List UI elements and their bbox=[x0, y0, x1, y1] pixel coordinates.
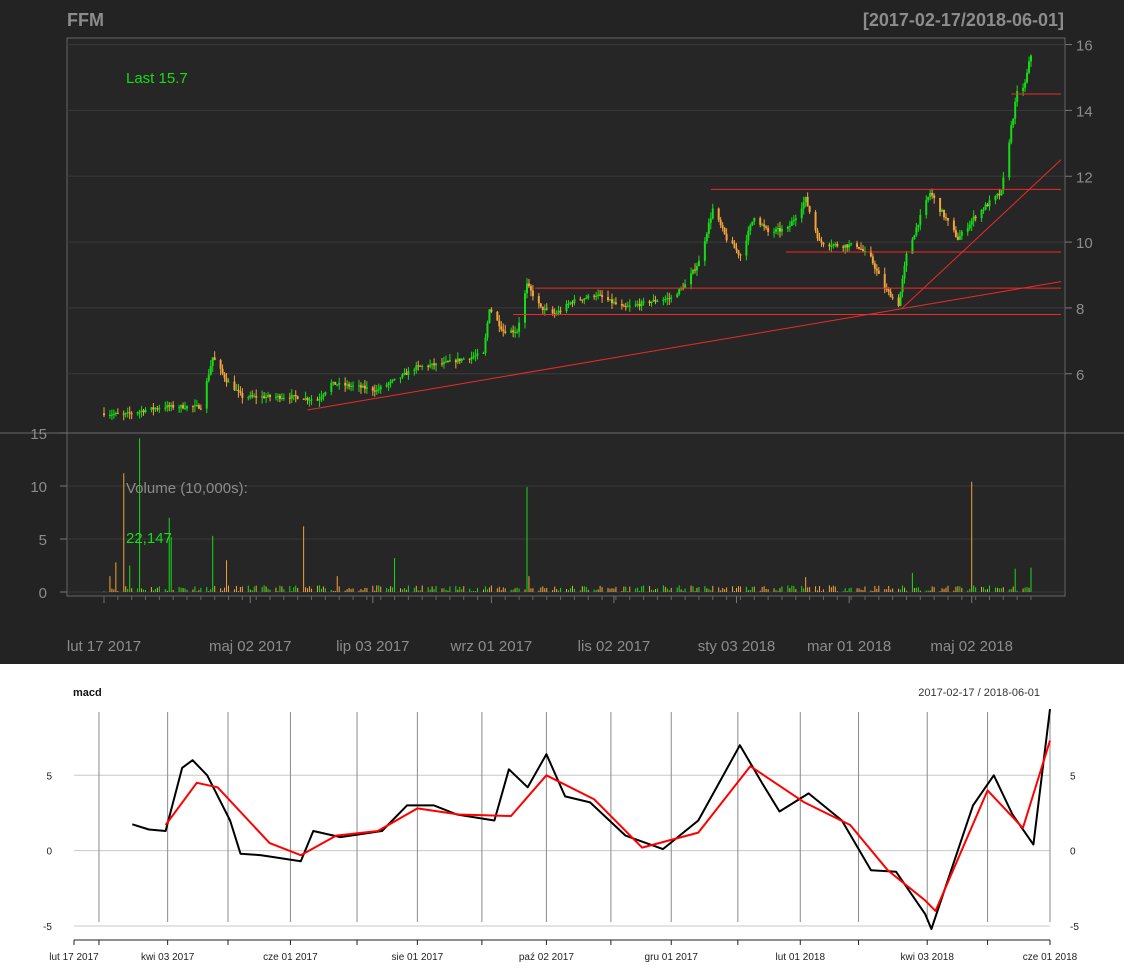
macd-y-ticks: -5 -5 0 0 5 5 bbox=[43, 771, 1079, 933]
price-tick-label: 8 bbox=[1076, 301, 1084, 318]
macd-date-label: cze 01 2018 bbox=[1023, 952, 1078, 963]
volume-last-value: 22,147 bbox=[126, 530, 172, 547]
price-volume-panel: 6 8 10 12 14 16 0 5 10 15 lut 17 2017 maj 02 2017… bbox=[0, 0, 1124, 664]
date-tick-label: mar 01 2018 bbox=[807, 638, 891, 655]
macd-tick-label-left: -5 bbox=[43, 922, 52, 933]
macd-date-label: lut 01 2018 bbox=[776, 952, 826, 963]
plot-frame bbox=[66, 37, 1066, 597]
macd-line bbox=[132, 708, 1051, 930]
signal-line bbox=[164, 740, 1051, 912]
price-tick-label: 6 bbox=[1076, 367, 1084, 384]
symbol-title: FFM bbox=[67, 10, 104, 30]
macd-series bbox=[132, 708, 1051, 930]
macd-title: macd bbox=[73, 687, 102, 699]
price-tick-label: 14 bbox=[1076, 103, 1093, 120]
macd-date-label: lut 17 2017 bbox=[49, 952, 99, 963]
volume-title: Volume (10,000s): bbox=[126, 480, 248, 497]
macd-date-label: paź 02 2017 bbox=[519, 952, 574, 963]
date-tick-label: lip 03 2017 bbox=[336, 638, 409, 655]
price-tick-label: 16 bbox=[1076, 38, 1093, 55]
volume-tick-label: 0 bbox=[39, 585, 47, 602]
price-y-ticks: 6 8 10 12 14 16 bbox=[1065, 38, 1093, 384]
date-tick-label: wrz 01 2017 bbox=[450, 638, 533, 655]
macd-tick-label-right: 0 bbox=[1070, 847, 1076, 858]
date-tick-label: lis 02 2017 bbox=[578, 638, 651, 655]
date-tick-label: maj 02 2017 bbox=[209, 638, 292, 655]
price-tick-label: 12 bbox=[1076, 169, 1093, 186]
date-tick-label: maj 02 2018 bbox=[930, 638, 1013, 655]
volume-tick-label: 15 bbox=[30, 426, 47, 443]
macd-tick-label-left: 5 bbox=[46, 771, 52, 782]
date-x-ticks: lut 17 2017 maj 02 2017 lip 03 2017 wrz 01 … bbox=[67, 596, 1032, 655]
date-tick-label: sty 03 2018 bbox=[698, 638, 776, 655]
date-range-title: [2017-02-17/2018-06-01] bbox=[863, 10, 1064, 30]
macd-date-label: kwi 03 2017 bbox=[141, 952, 195, 963]
volume-tick-label: 5 bbox=[39, 532, 47, 549]
macd-tick-label-left: 0 bbox=[46, 847, 52, 858]
price-tick-label: 10 bbox=[1076, 235, 1093, 252]
macd-horizontal-grid bbox=[74, 774, 1050, 927]
macd-date-label: sie 01 2017 bbox=[392, 952, 444, 963]
macd-date-label: gru 01 2017 bbox=[645, 952, 699, 963]
date-tick-label: lut 17 2017 bbox=[67, 638, 141, 655]
macd-panel: -5 -5 0 0 5 5 lut 17 2017 kwi 03 2017 cze 01 20… bbox=[0, 664, 1124, 977]
macd-date-label: cze 01 2017 bbox=[263, 952, 318, 963]
macd-x-ticks: lut 17 2017 kwi 03 2017 cze 01 2017 sie 01 … bbox=[49, 939, 1078, 963]
macd-tick-label-right: -5 bbox=[1070, 922, 1079, 933]
macd-chart: -5 -5 0 0 5 5 lut 17 2017 kwi 03 2017 cze 01 20… bbox=[43, 687, 1079, 963]
macd-date-range: 2017-02-17 / 2018-06-01 bbox=[918, 687, 1040, 699]
price-volume-chart: 6 8 10 12 14 16 0 5 10 15 lut 17 2017 maj 02 2017… bbox=[0, 10, 1124, 655]
last-price-label: Last 15.7 bbox=[126, 70, 188, 87]
macd-tick-label-right: 5 bbox=[1070, 771, 1076, 782]
macd-vertical-grid bbox=[98, 712, 1051, 922]
volume-tick-label: 10 bbox=[30, 479, 47, 496]
volume-y-ticks: 0 5 10 15 bbox=[30, 426, 67, 602]
macd-date-label: kwi 03 2018 bbox=[901, 952, 955, 963]
